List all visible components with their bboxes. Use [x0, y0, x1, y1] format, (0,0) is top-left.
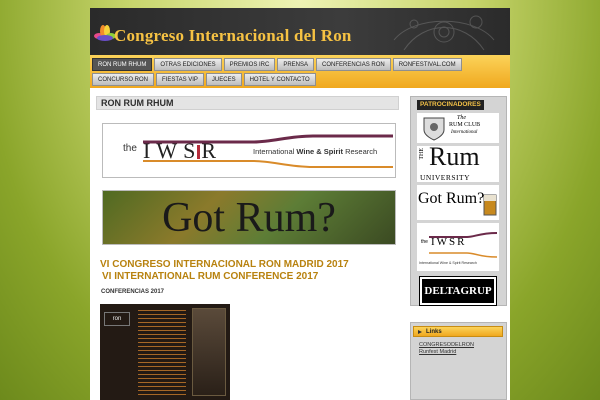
nav-item-conferencias-ron[interactable]: CONFERENCIAS RON — [316, 58, 391, 71]
iwsr-sidebar-name: IWSR — [431, 236, 467, 248]
rum-glass-icon — [483, 194, 497, 216]
links-widget: Links CONGRESODELRON Runfest Madrid — [410, 322, 507, 400]
iwsr-tagline: International Wine & Spirit Research — [253, 147, 378, 156]
conference-poster-image[interactable]: ron — [100, 304, 230, 400]
nav-item-concurso-ron[interactable]: CONCURSO RON — [92, 73, 155, 86]
crest-icon — [423, 117, 445, 141]
site-title[interactable]: Congreso Internacional del Ron — [114, 26, 352, 46]
nav-item-prensa[interactable]: PRENSA — [277, 58, 315, 71]
poster-logo: ron — [104, 312, 130, 326]
sponsor-deltagrup[interactable]: DELTAGRUP — [419, 276, 497, 306]
rum-university-rum: Rum — [429, 146, 480, 171]
decorative-swirl-icon — [393, 15, 495, 51]
sponsor-iwsr[interactable]: the IWSR International Wine & Spirit Res… — [417, 223, 499, 271]
sponsors-label: PATROCINADORES — [417, 100, 484, 110]
nav-item-otras-ediciones[interactable]: OTRAS EDICIONES — [154, 58, 222, 71]
flower-logo-icon — [94, 25, 116, 41]
nav-item-ronfestival[interactable]: RONFESTIVAL.COM — [392, 58, 462, 71]
got-rum-banner[interactable]: Got Rum? — [102, 190, 396, 245]
congress-title-line-2: VI INTERNATIONAL RUM CONFERENCE 2017 — [102, 271, 319, 282]
sponsor-rum-club[interactable]: The RUM CLUB International — [417, 113, 499, 143]
deltagrup-text: DELTAGRUP — [424, 285, 492, 297]
sponsors-widget: PATROCINADORES The RUM CLUB Internationa… — [410, 96, 507, 306]
rum-university-label: UNIVERSITY — [420, 173, 470, 182]
nav-item-ron-rum-rhum[interactable]: RON RUM RHUM — [92, 58, 153, 71]
nav-item-hotel-contacto[interactable]: HOTEL Y CONTACTO — [243, 73, 316, 86]
iwsr-sidebar-tagline: International Wine & Spirit Research — [419, 261, 477, 265]
poster-schedule-lines — [138, 310, 186, 396]
sponsor-got-rum[interactable]: Got Rum? — [417, 185, 499, 220]
rum-club-international: International — [451, 130, 478, 135]
page-container: Congreso Internacional del Ron RON RUM R… — [90, 8, 510, 400]
conferences-subheading: CONFERENCIAS 2017 — [101, 289, 165, 295]
iwsr-name: IWSR — [143, 138, 222, 163]
nav-row-1: RON RUM RHUM OTRAS EDICIONES PREMIOS IRC… — [92, 58, 510, 71]
congress-title[interactable]: VI CONGRESO INTERNACIONAL RON MADRID 201… — [100, 259, 400, 283]
nav-item-premios-irc[interactable]: PREMIOS IRC — [223, 58, 276, 71]
rum-club-name: RUM CLUB — [449, 122, 481, 128]
link-congresodelron[interactable]: CONGRESODELRON — [419, 342, 474, 348]
iwsr-banner[interactable]: the IWSR International Wine & Spirit Res… — [102, 123, 396, 178]
iwsr-sidebar-prefix: the — [421, 239, 428, 245]
nav-row-2: CONCURSO RON FIESTAS VIP JUECES HOTEL Y … — [92, 73, 510, 86]
page-title: RON RUM RHUM — [96, 96, 399, 110]
links-header[interactable]: Links — [413, 326, 503, 337]
congress-title-line-1: VI CONGRESO INTERNACIONAL RON MADRID 201… — [100, 259, 349, 270]
iwsr-prefix: the — [123, 143, 137, 154]
nav-item-fiestas-vip[interactable]: FIESTAS VIP — [156, 73, 204, 86]
sponsor-rum-university[interactable]: THE Rum UNIVERSITY — [417, 146, 499, 182]
main-navigation: RON RUM RHUM OTRAS EDICIONES PREMIOS IRC… — [90, 55, 510, 88]
site-header: Congreso Internacional del Ron — [90, 8, 510, 55]
rum-club-the: The — [457, 115, 466, 121]
got-rum-text: Got Rum? — [162, 195, 336, 241]
nav-item-jueces[interactable]: JUECES — [205, 73, 242, 86]
sidebar: PATROCINADORES The RUM CLUB Internationa… — [410, 88, 507, 400]
got-rum-sidebar-text: Got Rum? — [418, 190, 485, 207]
poster-right-panel — [192, 308, 226, 396]
link-runfest-madrid[interactable]: Runfest Madrid — [419, 349, 456, 355]
rum-university-the: THE — [419, 148, 425, 160]
